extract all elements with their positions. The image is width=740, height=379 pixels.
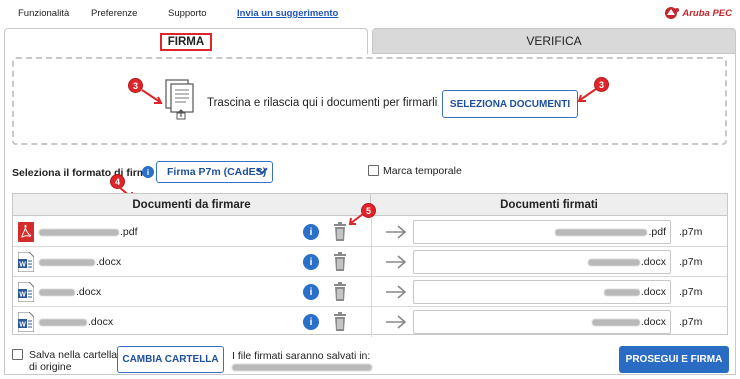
badge-pointer-arrow-icon <box>141 89 163 104</box>
column-divider <box>371 307 372 337</box>
word-doc-icon: W <box>18 312 34 332</box>
column-divider <box>371 247 372 277</box>
table-row: .pdf i 5 .pdf .p7m <box>13 203 727 247</box>
signed-suffix: .p7m <box>679 226 703 238</box>
signed-suffix: .p7m <box>679 256 703 268</box>
arrow-right-icon <box>386 315 407 329</box>
aruba-logo: Aruba PEC <box>664 6 732 20</box>
file-info-button[interactable]: i <box>303 284 319 300</box>
arrow-right-icon <box>386 255 407 269</box>
menu-item-supporto[interactable]: Supporto <box>168 8 207 19</box>
documents-table: Documenti da firmare Documenti firmati .… <box>12 193 728 337</box>
aruba-logo-icon <box>665 7 680 19</box>
blurred-filename <box>591 318 640 326</box>
blurred-filename <box>555 228 648 236</box>
signed-file-field[interactable]: .pdf <box>413 220 671 244</box>
signed-suffix: .p7m <box>679 286 703 298</box>
tab-bar: FIRMA VERIFICA <box>4 28 736 54</box>
menu-item-funzionalita[interactable]: Funzionalità <box>18 8 69 19</box>
blurred-filename <box>603 288 640 296</box>
signed-file-field[interactable]: .docx <box>413 310 671 334</box>
save-origin-label-line2: di origine <box>29 361 72 373</box>
proceed-and-sign-button[interactable]: PROSEGUI E FIRMA <box>619 346 729 373</box>
svg-text:W: W <box>19 292 26 299</box>
blurred-filename <box>39 228 119 236</box>
documents-icon <box>165 79 194 120</box>
column-divider <box>371 277 372 307</box>
file-info-button[interactable]: i <box>303 314 319 330</box>
table-row: W .docx i .docx .p7m <box>13 247 727 277</box>
save-origin-label-line1: Salva nella cartella <box>29 349 118 361</box>
trash-icon[interactable] <box>333 222 347 241</box>
tab-firma-label: FIRMA <box>159 32 213 51</box>
svg-text:W: W <box>19 262 26 269</box>
timestamp-checkbox[interactable] <box>368 165 379 176</box>
save-origin-label: Salva nella cartella di origine <box>29 349 117 373</box>
tab-firma[interactable]: FIRMA <box>4 28 368 54</box>
documents-to-sign-header: Documenti da firmare <box>13 194 371 216</box>
pdf-icon <box>18 222 34 242</box>
timestamp-label: Marca temporale <box>383 165 462 177</box>
signed-suffix: .p7m <box>679 316 703 328</box>
blurred-save-path <box>232 364 372 371</box>
menu-item-preferenze[interactable]: Preferenze <box>91 8 137 19</box>
signed-file-ext: .docx <box>640 316 666 328</box>
suggestion-link[interactable]: Invia un suggerimento <box>237 8 338 19</box>
trash-icon[interactable] <box>333 282 347 301</box>
tab-verifica-label: VERIFICA <box>526 34 582 48</box>
table-row: W .docx i .docx .p7m <box>13 277 727 307</box>
drop-zone-text: Trascina e rilascia qui i documenti per … <box>207 97 438 109</box>
top-menu-bar: Funzionalità Preferenze Supporto Invia u… <box>0 0 740 27</box>
source-file-name: .docx <box>39 256 121 268</box>
signed-file-ext: .pdf <box>648 226 666 238</box>
blurred-filename <box>39 288 75 296</box>
signed-documents-header: Documenti firmati <box>371 194 727 216</box>
file-info-button[interactable]: i <box>303 224 319 240</box>
blurred-filename <box>39 318 87 326</box>
format-info-icon[interactable]: i <box>142 166 154 178</box>
trash-icon[interactable] <box>333 252 347 271</box>
signature-format-select[interactable]: Firma P7m (CAdES) <box>156 161 273 183</box>
blurred-filename <box>39 258 95 266</box>
file-info-button[interactable]: i <box>303 254 319 270</box>
tab-verifica[interactable]: VERIFICA <box>372 28 736 54</box>
badge-pointer-arrow-icon <box>577 88 597 102</box>
source-file-ext: .pdf <box>120 226 138 238</box>
source-file-ext: .docx <box>76 286 102 298</box>
select-documents-button[interactable]: SELEZIONA DOCUMENTI <box>442 90 578 118</box>
save-origin-checkbox[interactable] <box>12 349 23 360</box>
source-file-name: .pdf <box>39 226 138 238</box>
signature-format-label: Seleziona il formato di firma <box>12 167 153 179</box>
column-divider <box>371 217 372 247</box>
signed-file-ext: .docx <box>640 256 666 268</box>
save-location-info: I file firmati saranno salvati in: <box>232 350 371 362</box>
source-file-ext: .docx <box>96 256 122 268</box>
arrow-right-icon <box>386 225 407 239</box>
table-row: W .docx i .docx .p7m <box>13 307 727 337</box>
source-file-ext: .docx <box>88 316 114 328</box>
change-folder-button[interactable]: CAMBIA CARTELLA <box>117 346 224 373</box>
drop-zone[interactable]: 3 Trascina e rilascia qui i documenti pe… <box>12 57 727 145</box>
blurred-filename <box>587 258 640 266</box>
source-file-name: .docx <box>39 286 101 298</box>
signature-format-value: Firma P7m (CAdES) <box>167 166 267 178</box>
signed-file-field[interactable]: .docx <box>413 250 671 274</box>
arrow-right-icon <box>386 285 407 299</box>
svg-text:W: W <box>19 322 26 329</box>
word-doc-icon: W <box>18 282 34 302</box>
signed-file-ext: .docx <box>640 286 666 298</box>
trash-icon[interactable] <box>333 312 347 331</box>
source-file-name: .docx <box>39 316 113 328</box>
word-doc-icon: W <box>18 252 34 272</box>
signed-file-field[interactable]: .docx <box>413 280 671 304</box>
aruba-logo-text: Aruba PEC <box>682 7 732 19</box>
badge-pointer-arrow-icon <box>349 213 364 225</box>
